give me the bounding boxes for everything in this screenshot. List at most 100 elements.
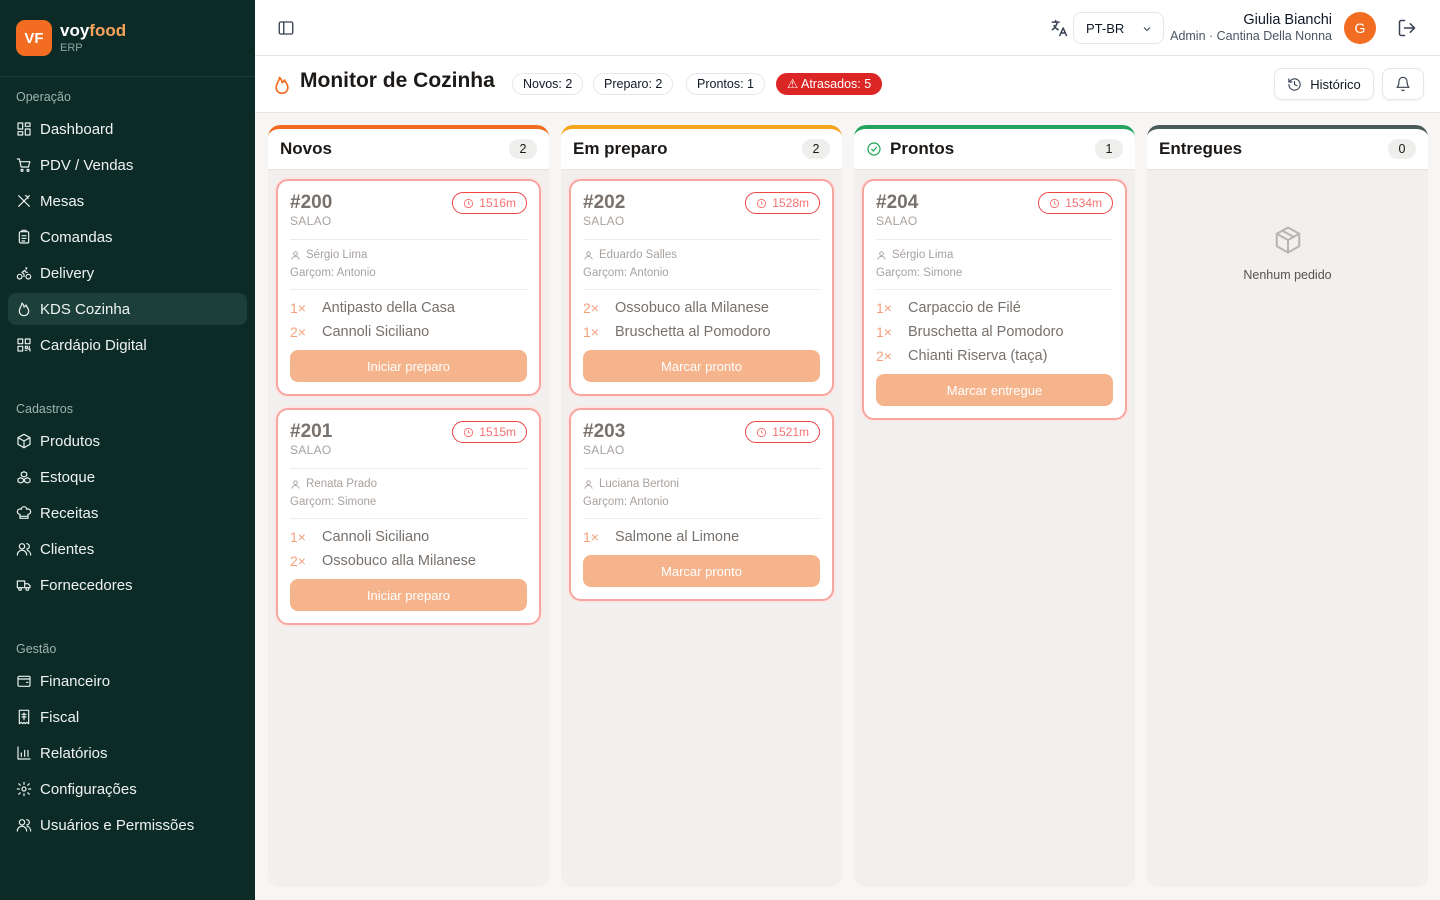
- nav-group-title: Cadastros: [16, 402, 73, 416]
- badge-novos: Novos: 2: [512, 73, 584, 95]
- item-qty: 1×: [290, 300, 306, 316]
- language-select[interactable]: PT-BR: [1073, 12, 1164, 44]
- empty-state: Nenhum pedido: [1155, 179, 1420, 282]
- truck-icon: [16, 577, 32, 593]
- order-type: SALAO: [583, 443, 625, 457]
- sidebar-item-delivery[interactable]: Delivery: [8, 257, 247, 289]
- sidebar: VF voyfood ERP Operação Dashboard PDV / Ve…: [0, 0, 255, 900]
- card-action-button[interactable]: Marcar entregue: [876, 374, 1113, 406]
- history-icon: [1288, 77, 1301, 91]
- column-count: 2: [509, 139, 537, 159]
- sidebar-item-fiscal[interactable]: Fiscal: [8, 701, 247, 733]
- item-qty: 1×: [290, 529, 306, 545]
- item-name: Bruschetta al Pomodoro: [615, 324, 771, 340]
- page-title: Monitor de Cozinha: [300, 69, 495, 92]
- utensils-icon: [16, 193, 32, 209]
- sidebar-item-label: Comandas: [40, 228, 113, 246]
- nav-group-title: Operação: [16, 90, 71, 104]
- sidebar-item-comandas[interactable]: Comandas: [8, 221, 247, 253]
- user-icon: [291, 250, 300, 260]
- sidebar-item-card-pio-digital[interactable]: Cardápio Digital: [8, 329, 247, 361]
- column-title: Em preparo: [573, 139, 668, 158]
- package-icon: [1275, 226, 1300, 254]
- customer-name: Luciana Bertoni: [599, 478, 679, 490]
- item-qty: 2×: [876, 348, 892, 364]
- card-action-button[interactable]: Iniciar preparo: [290, 579, 527, 611]
- bar-chart-icon: [16, 745, 32, 761]
- order-type: SALAO: [290, 443, 332, 457]
- sidebar-item-configura-es[interactable]: Configurações: [8, 773, 247, 805]
- order-card[interactable]: #203 SALAO 1521m Luciana Bertoni Garçom: Ant…: [569, 408, 834, 601]
- brand-name: voyfood: [60, 22, 126, 39]
- order-card[interactable]: #204 SALAO 1534m Sérgio Lima Garçom: Simone 1…: [862, 179, 1127, 420]
- order-number: #204: [876, 192, 919, 213]
- order-number: #201: [290, 421, 333, 442]
- sidebar-item-relat-rios[interactable]: Relatórios: [8, 737, 247, 769]
- nav-group: Cadastros Produtos Estoque Receitas Clientes…: [0, 399, 255, 601]
- notifications-button[interactable]: [1382, 68, 1424, 100]
- flame-icon: [16, 301, 32, 317]
- order-item: 1× Bruschetta al Pomodoro: [876, 320, 1113, 344]
- order-card[interactable]: #202 SALAO 1528m Eduardo Salles Garçom: Anto…: [569, 179, 834, 396]
- order-card[interactable]: #200 SALAO 1516m Sérgio Lima Garçom: Antonio…: [276, 179, 541, 396]
- column-entregues: Entregues 0 Nenhum pedido: [1147, 125, 1428, 887]
- wallet-icon: [16, 673, 32, 689]
- sidebar-item-fornecedores[interactable]: Fornecedores: [8, 569, 247, 601]
- sidebar-item-receitas[interactable]: Receitas: [8, 497, 247, 529]
- sidebar-item-clientes[interactable]: Clientes: [8, 533, 247, 565]
- order-number: #202: [583, 192, 626, 213]
- order-item: 2× Cannoli Siciliano: [290, 320, 527, 344]
- sidebar-item-estoque[interactable]: Estoque: [8, 461, 247, 493]
- sidebar-item-kds-cozinha[interactable]: KDS Cozinha: [8, 293, 247, 325]
- column-novos: Novos 2 #200 SALAO 1516m Sérgio Lima Garçom: A…: [268, 125, 549, 887]
- clock-icon: [1050, 198, 1060, 208]
- sidebar-item-financeiro[interactable]: Financeiro: [8, 665, 247, 697]
- avatar[interactable]: G: [1344, 12, 1376, 44]
- sidebar-item-dashboard[interactable]: Dashboard: [8, 113, 247, 145]
- card-action-button[interactable]: Iniciar preparo: [290, 350, 527, 382]
- user-icon: [291, 479, 300, 489]
- brand-subtitle: ERP: [60, 42, 83, 54]
- clipboard-icon: [16, 229, 32, 245]
- column-title: Prontos: [890, 139, 955, 158]
- sidebar-item-mesas[interactable]: Mesas: [8, 185, 247, 217]
- card-action-button[interactable]: Marcar pronto: [583, 555, 820, 587]
- item-qty: 2×: [290, 553, 306, 569]
- customer-name: Eduardo Salles: [599, 249, 677, 261]
- order-item: 1× Carpaccio de Filé: [876, 296, 1113, 320]
- empty-text: Nenhum pedido: [1243, 268, 1332, 282]
- order-number: #200: [290, 192, 333, 213]
- sidebar-item-label: Usuários e Permissões: [40, 816, 195, 834]
- customer-name: Renata Prado: [306, 478, 377, 490]
- user-role: Admin · Cantina Della Nonna: [1170, 29, 1332, 43]
- sidebar-item-produtos[interactable]: Produtos: [8, 425, 247, 457]
- timer-badge: 1515m: [452, 421, 527, 443]
- order-item: 2× Ossobuco alla Milanese: [290, 549, 527, 573]
- card-action-button[interactable]: Marcar pronto: [583, 350, 820, 382]
- chevron-down-icon: [1143, 27, 1151, 32]
- order-card[interactable]: #201 SALAO 1515m Renata Prado Garçom: Simone…: [276, 408, 541, 625]
- waiter-name: Garçom: Simone: [290, 496, 377, 508]
- sidebar-item-usu-rios-e-permiss-es[interactable]: Usuários e Permissões: [8, 809, 247, 841]
- sidebar-toggle-icon[interactable]: [277, 19, 295, 37]
- timer-value: 1534m: [1065, 196, 1102, 210]
- timer-badge: 1521m: [745, 421, 820, 443]
- brand[interactable]: VF voyfood ERP: [0, 0, 255, 77]
- order-item: 1× Salmone al Limone: [583, 525, 820, 549]
- sidebar-item-pdv-vendas[interactable]: PDV / Vendas: [8, 149, 247, 181]
- timer-value: 1528m: [772, 196, 809, 210]
- column-header: Novos 2: [268, 125, 549, 170]
- cart-icon: [16, 157, 32, 173]
- item-qty: 2×: [583, 300, 599, 316]
- column-body: Nenhum pedido: [1147, 170, 1428, 291]
- language-value: PT-BR: [1086, 20, 1125, 36]
- logout-icon[interactable]: [1397, 18, 1417, 38]
- sidebar-item-label: Receitas: [40, 504, 99, 522]
- chef-hat-icon: [16, 505, 32, 521]
- sidebar-item-label: Fornecedores: [40, 576, 133, 594]
- sidebar-item-label: Cardápio Digital: [40, 336, 147, 354]
- history-button[interactable]: Histórico: [1274, 68, 1374, 100]
- topbar: PT-BR Giulia Bianchi Admin · Cantina Del…: [255, 0, 1440, 56]
- boxes-icon: [16, 469, 32, 485]
- order-type: SALAO: [290, 214, 332, 228]
